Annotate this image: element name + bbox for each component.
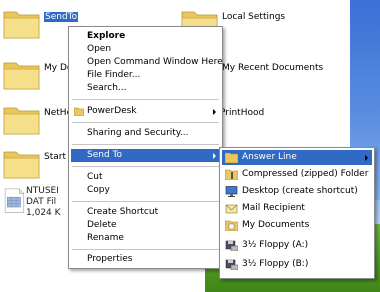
menu-separator	[72, 144, 219, 145]
send-to-compressed-folder[interactable]: Compressed (zipped) Folder	[222, 167, 372, 182]
folder-item-nethood[interactable]: NetHoo	[2, 102, 78, 142]
documents-folder-icon	[225, 220, 238, 231]
send-to-mail-recipient[interactable]: Mail Recipient	[222, 201, 372, 216]
chevron-right-icon	[213, 109, 216, 115]
item-label: Local Settings	[222, 12, 286, 22]
mail-icon	[225, 204, 238, 214]
send-to-submenu: Answer Line Compressed (zipped) Folder D…	[219, 147, 375, 279]
floppy-drive-icon	[225, 240, 238, 251]
item-label: PrintHood	[220, 108, 265, 118]
folder-icon	[3, 11, 40, 39]
folder-icon	[3, 107, 40, 135]
send-to-floppy-a[interactable]: 3½ Floppy (A:)	[222, 238, 372, 253]
floppy-drive-icon	[225, 259, 238, 270]
menu-separator	[72, 201, 219, 202]
menu-item-create-shortcut[interactable]: Create Shortcut	[71, 206, 220, 219]
folder-item-my-documents[interactable]: My Doc	[2, 57, 77, 97]
folder-icon	[3, 62, 40, 90]
desktop-icon	[225, 186, 238, 197]
menu-item-send-to[interactable]: Send To	[71, 149, 220, 162]
folder-item-sendto[interactable]: SendTo	[2, 6, 79, 46]
menu-item-properties[interactable]: Properties	[71, 253, 220, 266]
zip-folder-icon	[225, 169, 238, 180]
menu-item-open-command-window[interactable]: Open Command Window Here	[71, 56, 223, 69]
send-to-floppy-b[interactable]: 3½ Floppy (B:)	[222, 257, 372, 272]
menu-item-delete[interactable]: Delete	[71, 219, 220, 232]
menu-item-open[interactable]: Open	[71, 43, 220, 56]
item-label: SendTo	[44, 12, 79, 22]
powerdesk-icon	[74, 107, 84, 116]
menu-separator	[72, 122, 219, 123]
send-to-my-documents[interactable]: My Documents	[222, 218, 372, 233]
dat-file-icon	[4, 188, 25, 213]
menu-separator	[72, 249, 219, 250]
context-menu: Explore Open Open Command Window Here Fi…	[68, 26, 223, 269]
file-size: 1,024 K	[26, 208, 61, 218]
menu-separator	[72, 166, 219, 167]
menu-item-powerdesk[interactable]: PowerDesk	[71, 105, 220, 118]
menu-item-rename[interactable]: Rename	[71, 232, 220, 245]
send-to-desktop[interactable]: Desktop (create shortcut)	[222, 184, 372, 199]
chevron-right-icon	[213, 153, 216, 159]
menu-item-sharing-security[interactable]: Sharing and Security...	[71, 127, 220, 140]
folder-icon	[3, 151, 40, 179]
menu-item-search[interactable]: Search...	[71, 82, 220, 95]
chevron-right-icon	[365, 155, 368, 161]
menu-item-copy[interactable]: Copy	[71, 184, 220, 197]
menu-separator	[72, 99, 219, 100]
send-to-answer-line[interactable]: Answer Line	[222, 150, 372, 165]
menu-item-explore[interactable]: Explore	[71, 30, 220, 43]
file-name: NTUSEI	[26, 186, 59, 196]
menu-item-file-finder[interactable]: File Finder...	[71, 69, 220, 82]
folder-item-start-menu[interactable]: Start M	[2, 146, 77, 186]
menu-item-cut[interactable]: Cut	[71, 171, 220, 184]
file-item-ntuser[interactable]: NTUSEI DAT Fil 1,024 K	[4, 186, 70, 236]
file-type: DAT Fil	[26, 197, 57, 207]
folder-icon	[225, 152, 238, 163]
item-label: My Recent Documents	[222, 63, 324, 73]
